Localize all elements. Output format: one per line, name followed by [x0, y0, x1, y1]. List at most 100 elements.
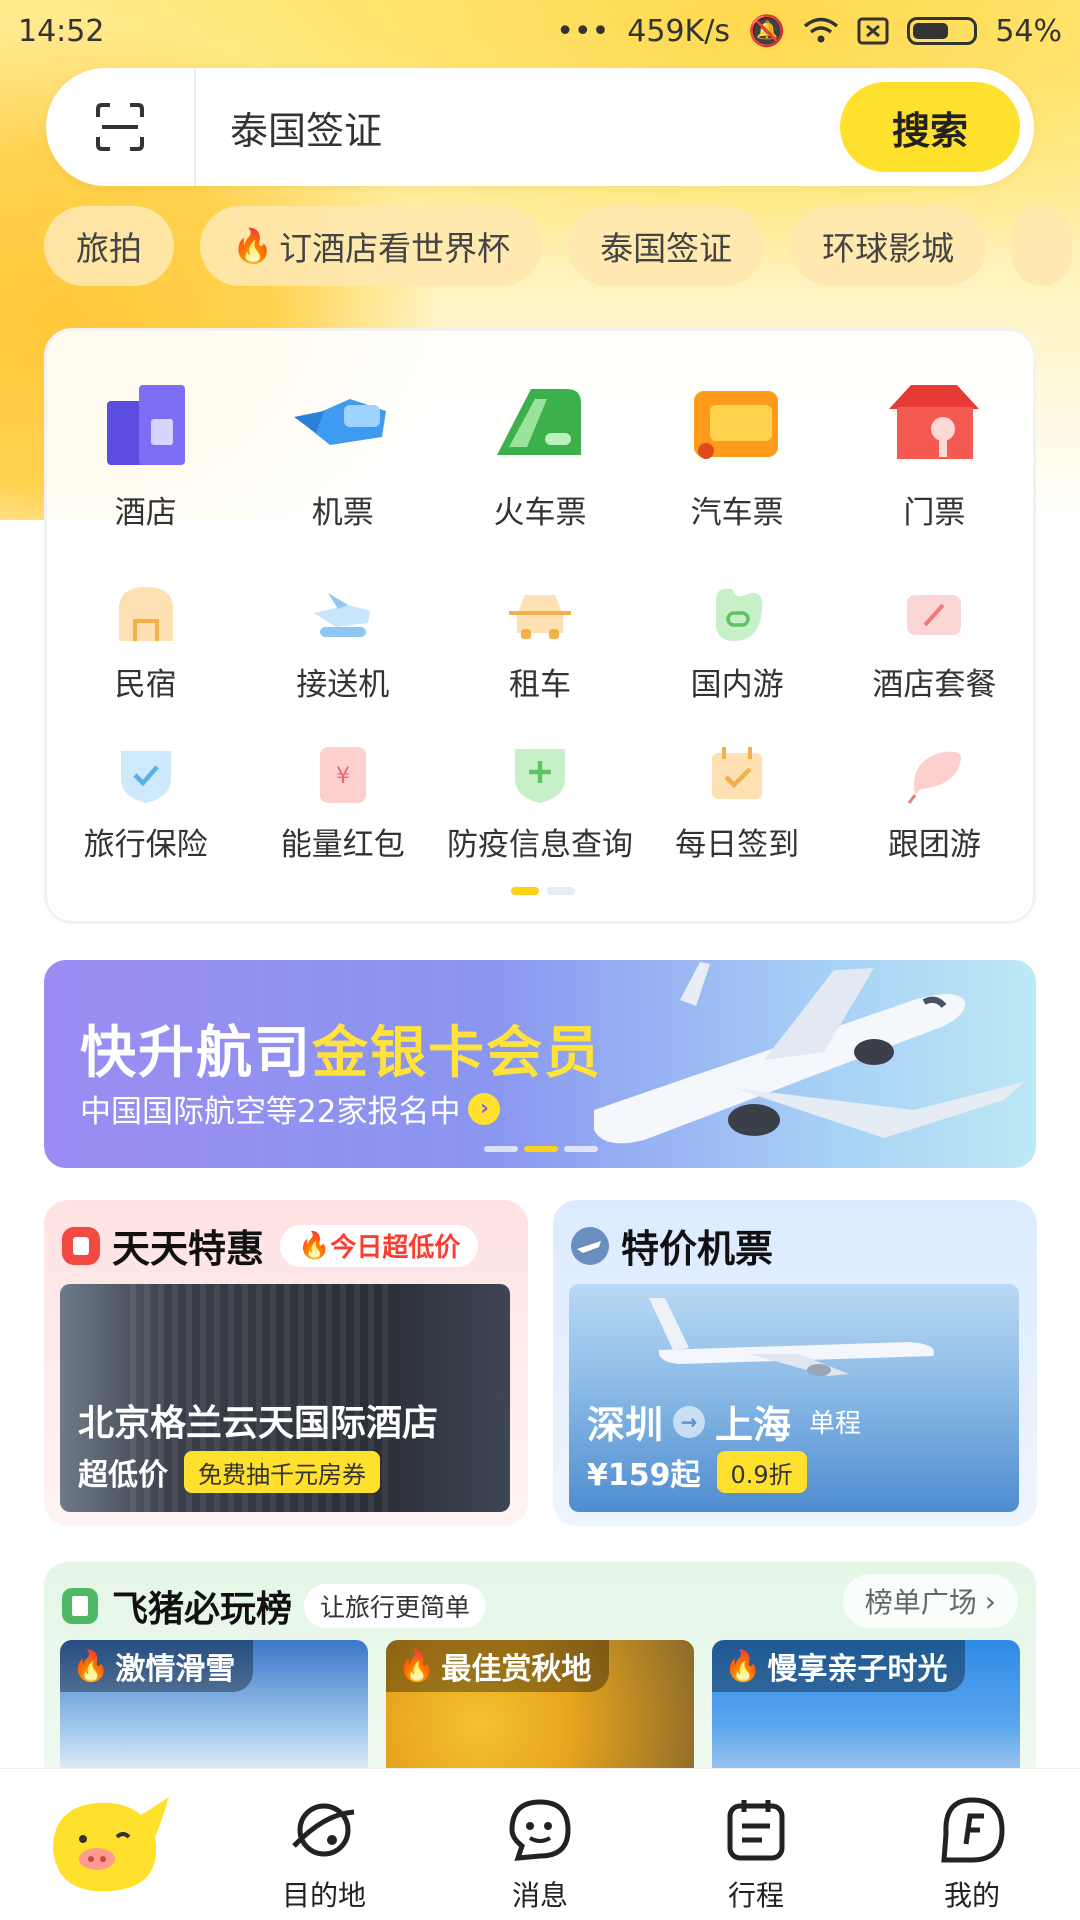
chip-worldcup-hotel[interactable]: 🔥 订酒店看世界杯	[200, 206, 543, 286]
page-dot	[564, 1146, 598, 1152]
chip-label: 订酒店看世界杯	[279, 229, 511, 268]
search-bar[interactable]: 泰国签证 搜索	[46, 68, 1034, 186]
ranking-tile-autumn[interactable]: 🔥 最佳赏秋地	[386, 1640, 694, 1780]
deal-icon	[62, 1226, 100, 1265]
service-train[interactable]: 火车票	[445, 371, 635, 532]
service-insurance[interactable]: 旅行保险	[51, 739, 241, 864]
cheap-flights-title: 特价机票	[621, 1227, 774, 1271]
group-tour-icon	[908, 751, 962, 804]
service-airport-transfer[interactable]: 接送机	[248, 579, 438, 704]
checkin-icon	[712, 747, 763, 799]
service-bus[interactable]: 汽车票	[642, 371, 832, 532]
tab-messages[interactable]: 消息	[432, 1769, 648, 1920]
ranking-tile-family[interactable]: 🔥 慢享亲子时光	[712, 1640, 1020, 1780]
service-label: 机票	[311, 495, 374, 531]
chip-travel-photo[interactable]: 旅拍	[44, 206, 174, 286]
banner-page-indicator	[484, 1146, 598, 1152]
domestic-tour-icon	[715, 588, 763, 641]
page-dot	[547, 887, 575, 895]
service-hotel-package[interactable]: 酒店套餐	[839, 579, 1029, 704]
hotel-name: 北京格兰云天国际酒店	[78, 1403, 439, 1444]
daily-deals-card[interactable]: 天天特惠 🔥 今日超低价 北京格兰云天国际酒店 超低价 免费抽千元房券	[44, 1200, 528, 1526]
chip-universal-studios[interactable]: 环球影城	[790, 206, 987, 286]
service-label: 防疫信息查询	[446, 827, 633, 863]
service-label: 旅行保险	[83, 827, 208, 863]
tab-label: 行程	[727, 1879, 784, 1912]
flight-price-row: ¥159起 0.9折	[587, 1450, 807, 1494]
banner-subtitle-row: 中国国际航空等22家报名中 ›	[80, 1086, 501, 1131]
more-dots: •••	[556, 13, 610, 49]
mute-icon: 🔕	[747, 13, 786, 49]
service-label: 接送机	[296, 667, 390, 703]
route-from: 深圳	[587, 1403, 664, 1447]
banner-title-main: 快升航司	[80, 1021, 312, 1086]
service-label: 租车	[508, 667, 571, 703]
page-dot-active	[524, 1146, 558, 1152]
service-red-packet[interactable]: ¥ 能量红包	[248, 739, 438, 864]
wifi-icon	[804, 17, 839, 43]
scan-icon	[96, 103, 144, 151]
app-screen: 14:52 ••• 459K/s 🔕 54% 泰国签证 搜索 旅拍 🔥 订酒店看世…	[0, 0, 1080, 1920]
ranking-tag: 让旅行更简单	[304, 1584, 487, 1628]
ranking-icon	[62, 1588, 98, 1624]
route-to: 上海	[715, 1403, 792, 1447]
red-packet-icon: ¥	[319, 747, 366, 803]
hotel-photo[interactable]: 北京格兰云天国际酒店 超低价 免费抽千元房券	[60, 1284, 510, 1512]
flame-icon: 🔥	[398, 1648, 436, 1684]
network-speed: 459K/s	[627, 13, 730, 49]
airplane-illustration	[594, 962, 1024, 1144]
ranking-title: 飞猪必玩榜	[112, 1589, 293, 1630]
trip-type: 单程	[809, 1409, 862, 1439]
ranking-more-button[interactable]: 榜单广场 ›	[842, 1574, 1018, 1628]
service-domestic-tour[interactable]: 国内游	[642, 579, 832, 704]
status-bar: 14:52 ••• 459K/s 🔕 54%	[0, 0, 1080, 62]
battery-icon	[907, 17, 978, 45]
service-label: 能量红包	[280, 827, 405, 863]
banner-subtitle: 中国国际航空等22家报名中	[80, 1094, 461, 1130]
chip-more[interactable]	[1012, 206, 1073, 286]
chip-label: 泰国签证	[600, 229, 733, 268]
tile-text: 激情滑雪	[115, 1652, 236, 1687]
service-label: 每日签到	[675, 827, 800, 863]
chip-thailand-visa[interactable]: 泰国签证	[568, 206, 765, 286]
daily-deals-title: 天天特惠	[112, 1227, 265, 1271]
service-label: 民宿	[114, 667, 177, 703]
banner-title-highlight: 金银卡会员	[312, 1021, 602, 1086]
plane-badge-icon	[571, 1226, 609, 1265]
service-checkin[interactable]: 每日签到	[642, 739, 832, 864]
service-label: 跟团游	[887, 827, 981, 863]
flame-icon: 🔥	[72, 1648, 110, 1684]
search-input[interactable]: 泰国签证	[230, 100, 840, 155]
epidemic-info-icon	[514, 749, 565, 803]
tab-profile[interactable]: 我的	[864, 1769, 1080, 1920]
flight-photo[interactable]: 深圳 → 上海 单程 ¥159起 0.9折	[569, 1284, 1019, 1512]
coupon-badge: 免费抽千元房券	[184, 1451, 380, 1493]
car-rental-icon	[508, 595, 571, 639]
search-button[interactable]: 搜索	[840, 82, 1020, 172]
tab-destination[interactable]: 目的地	[216, 1769, 432, 1920]
tab-label: 消息	[511, 1879, 568, 1912]
svg-text:¥: ¥	[336, 764, 350, 789]
service-group-tour[interactable]: 跟团游	[839, 739, 1029, 864]
ranking-tile-ski[interactable]: 🔥 激情滑雪	[60, 1640, 368, 1780]
service-ticket[interactable]: 门票	[839, 371, 1029, 532]
service-flight[interactable]: 机票	[248, 371, 438, 532]
tab-home[interactable]	[0, 1769, 216, 1920]
sim-icon	[857, 17, 889, 45]
tab-itinerary[interactable]: 行程	[648, 1769, 864, 1920]
promo-banner[interactable]: 快升航司金银卡会员 中国国际航空等22家报名中 ›	[44, 960, 1036, 1168]
service-epidemic-info[interactable]: 防疫信息查询	[445, 739, 635, 864]
scan-button[interactable]	[46, 68, 196, 186]
cheap-flights-card[interactable]: 特价机票 深圳 → 上海 单程 ¥159起 0.9折	[553, 1200, 1037, 1526]
service-homestay[interactable]: 民宿	[51, 579, 241, 704]
service-label: 酒店套餐	[872, 667, 997, 703]
more-label: 榜单广场	[864, 1586, 977, 1619]
chevron-right-icon: ›	[984, 1584, 996, 1618]
hotel-price-row: 超低价 免费抽千元房券	[78, 1450, 380, 1494]
service-label: 国内游	[690, 667, 784, 703]
service-hotel[interactable]: 酒店	[51, 371, 241, 532]
homestay-icon	[118, 587, 173, 641]
status-time: 14:52	[18, 13, 105, 49]
flight-price: ¥159起	[587, 1458, 701, 1493]
service-car-rental[interactable]: 租车	[445, 579, 635, 704]
